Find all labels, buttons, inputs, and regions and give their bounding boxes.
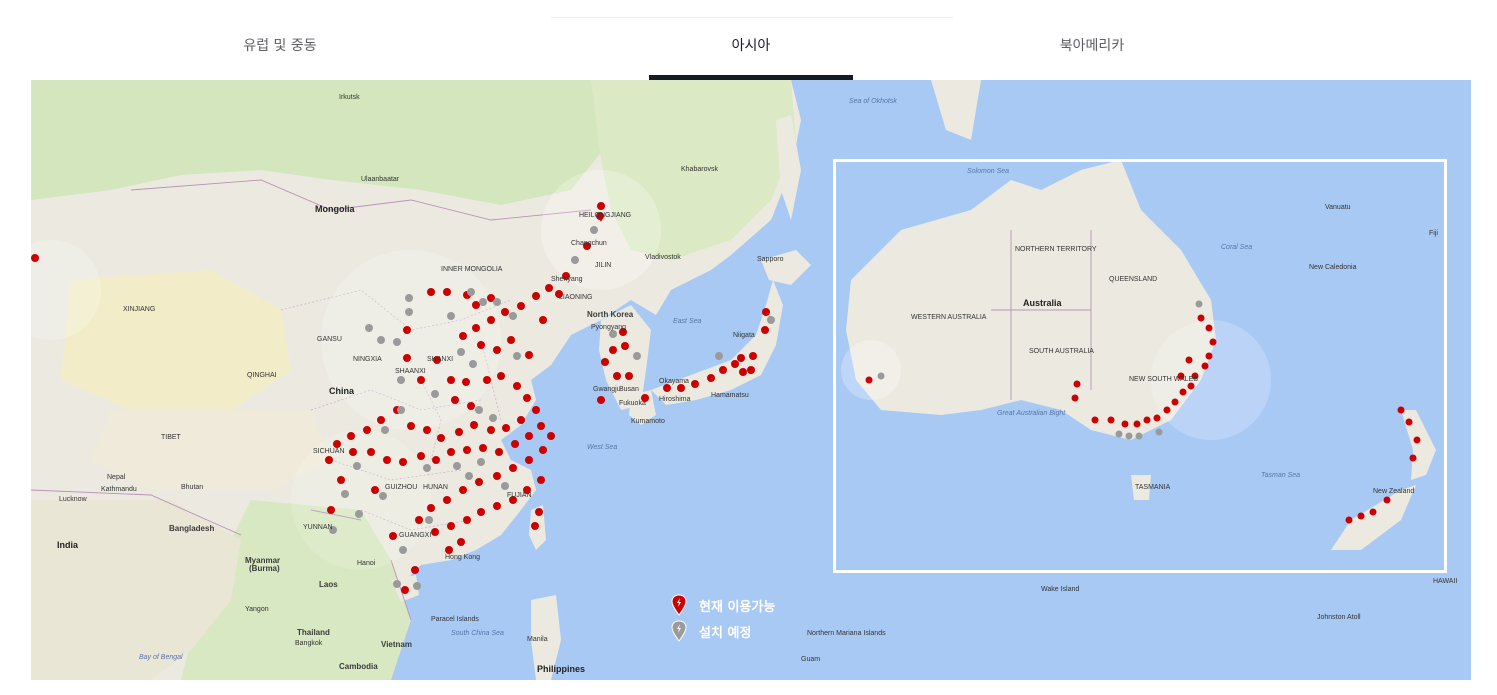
map-label-xinjiang: XINJIANG [123,306,156,313]
map-label-vladivostok: Vladivostok [645,254,681,261]
map-label-burma: (Burma) [249,564,280,573]
map-label-liaoning: LIAONING [559,294,593,301]
australia-inset-frame [833,159,1447,573]
map-label-cambodia: Cambodia [339,662,378,671]
map-label-queensland: QUEENSLAND [1109,276,1158,283]
tab-north-america[interactable]: 북아메리카 [992,36,1192,80]
map-label-yangon: Yangon [245,606,269,613]
map-label-hamamatsu: Hamamatsu [711,392,749,399]
map-label-gwangju: Gwangju [593,386,621,393]
tab-europe-middle-east[interactable]: 유럽 및 중동 [180,36,380,80]
map-label-paracel: Paracel Islands [431,616,479,623]
map-label-sapporo: Sapporo [757,256,784,263]
tab-north-america-label: 북아메리카 [1059,38,1125,54]
map-label-new-south-wales: NEW SOUTH WALES [1129,376,1198,383]
map-label-lucknow: Lucknow [59,496,87,503]
map-label-heilongjiang: HEILONGJIANG [579,212,632,219]
map-label-vietnam: Vietnam [381,640,412,649]
map-label-australia: Australia [1023,298,1062,308]
map-label-qinghai: QINGHAI [247,372,277,379]
map-label-northern-territory: NORTHERN TERRITORY [1015,246,1097,253]
map-label-irkutsk: Irkutsk [339,94,360,101]
map-label-johnston-atoll: Johnston Atoll [1317,614,1361,621]
map-label-bhutan: Bhutan [181,484,204,491]
map-label-shenyang: Shenyang [551,276,583,283]
available-pin-icon [671,594,687,616]
map-label-shaanxi: SHAANXI [395,368,426,375]
map-label-fiji: Fiji [1429,230,1438,237]
map-label-khabarovsk: Khabarovsk [681,166,718,173]
map-label-vanuatu: Vanuatu [1325,204,1351,211]
map-label-changchun: Changchun [571,240,607,247]
map-label-west-sea: West Sea [587,444,618,451]
map-label-tasman-sea: Tasman Sea [1261,472,1301,479]
map-label-india: India [57,540,79,550]
map-label-gansu: GANSU [317,336,342,343]
map-label-bangladesh: Bangladesh [169,524,215,533]
planned-pin-icon [671,620,687,642]
map-label-manila: Manila [527,636,548,643]
map-label-ulaanbaatar: Ulaanbaatar [361,176,400,183]
map-label-western-australia: WESTERN AUSTRALIA [911,314,987,321]
map-label-hanoi: Hanoi [357,560,376,567]
tab-europe-label: 유럽 및 중동 [243,38,317,54]
map-label-south-australia: SOUTH AUSTRALIA [1029,348,1094,355]
japan-honshu [651,280,783,405]
map-label-north-korea: North Korea [587,310,634,319]
map-label-busan: Busan [619,386,639,393]
map-label-pyongyang: Pyongyang [591,324,627,331]
map-label-bay-of-bengal: Bay of Bengal [139,654,183,661]
map-label-guangxi: GUANGXI [399,532,432,539]
map-label-guizhou: GUIZHOU [385,484,418,491]
map-label-yunnan: YUNNAN [303,524,333,531]
map-label-sichuan: SICHUAN [313,448,345,455]
map-label-wake-island: Wake Island [1041,586,1080,593]
map-label-fujian: FUJIAN [507,492,532,499]
map-label-tibet: TIBET [161,434,181,441]
map-label-shanxi: SHANXI [427,356,454,363]
map-legend: 현재 이용가능 설치 예정 [671,594,831,644]
map-label-hunan: HUNAN [423,484,448,491]
map-label-mongolia: Mongolia [315,204,355,214]
map-label-hiroshima: Hiroshima [659,396,691,403]
map-label-new-zealand: New Zealand [1373,488,1415,495]
map-label-coral-sea: Coral Sea [1221,244,1253,251]
map-label-hong-kong: Hong Kong [445,554,481,561]
tab-asia[interactable]: 아시아 [649,36,853,80]
map-label-sea-of-okhotsk: Sea of Okhotsk [849,98,897,105]
map-label-great-australian-bight: Great Australian Bight [997,410,1066,417]
region-tabs: 유럽 및 중동 아시아 북아메리카 [0,0,1497,80]
map-label-niigata: Niigata [733,332,755,339]
legend-available-label: 현재 이용가능 [699,600,776,615]
kamchatka-coast [931,80,981,140]
map-label-laos: Laos [319,580,338,589]
map-label-kathmandu: Kathmandu [101,486,137,493]
supercharger-map[interactable]: Irkutsk Mongolia Ulaanbaatar Khabarovsk … [31,80,1471,680]
tab-asia-label: 아시아 [731,38,771,54]
map-label-solomon-sea: Solomon Sea [967,168,1010,175]
map-label-kumamoto: Kumamoto [631,418,665,425]
map-label-new-caledonia: New Caledonia [1309,264,1357,271]
map-label-thailand: Thailand [297,628,330,637]
map-label-inner-mongolia: INNER MONGOLIA [441,266,503,273]
map-label-east-sea: East Sea [673,318,702,325]
tabs-top-divider [551,17,953,18]
map-label-guam: Guam [801,656,821,663]
map-label-tasmania: TASMANIA [1135,484,1171,491]
map-label-south-china-sea: South China Sea [451,630,504,637]
map-label-ningxia: NINGXIA [353,356,382,363]
map-label-jilin: JILIN [595,262,612,269]
map-label-philippines: Philippines [537,664,586,674]
map-label-hawaii: HAWAII [1433,578,1458,585]
legend-planned-label: 설치 예정 [699,626,752,641]
map-label-bangkok: Bangkok [295,640,323,647]
map-label-okayama: Okayama [659,378,689,385]
map-label-nepal: Nepal [107,474,126,481]
map-label-fukuoka: Fukuoka [619,400,646,407]
map-label-china: China [329,386,355,396]
